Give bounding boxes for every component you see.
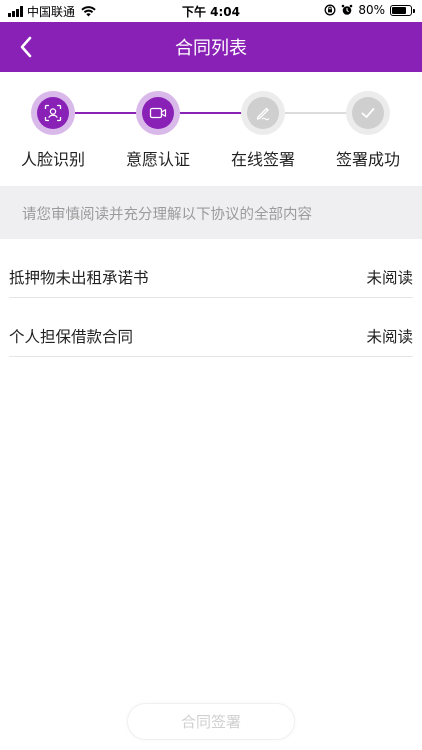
progress-stepper: 人脸识别 意愿认证 在线签署 签署成功 bbox=[0, 72, 422, 186]
step-online-signing bbox=[241, 91, 285, 135]
contract-item[interactable]: 抵押物未出租承诺书 未阅读 bbox=[9, 239, 413, 298]
battery-percent: 80% bbox=[358, 3, 385, 17]
rotation-lock-icon bbox=[324, 4, 336, 16]
step-connector-3 bbox=[285, 112, 348, 114]
pen-sign-icon bbox=[256, 107, 270, 121]
video-camera-icon bbox=[149, 107, 167, 119]
step-label-signing-success: 签署成功 bbox=[335, 150, 400, 169]
nav-bar: 合同列表 bbox=[0, 22, 422, 72]
status-bar: 中国联通 下午 4:04 80% bbox=[0, 0, 422, 22]
notice-text: 请您审慎阅读并充分理解以下协议的全部内容 bbox=[22, 207, 312, 223]
step-face-recognition bbox=[31, 91, 75, 135]
notice-banner: 请您审慎阅读并充分理解以下协议的全部内容 bbox=[0, 186, 422, 239]
step-label-face-recognition: 人脸识别 bbox=[20, 150, 85, 169]
contract-list: 抵押物未出租承诺书 未阅读 个人担保借款合同 未阅读 bbox=[0, 239, 422, 357]
step-signing-success bbox=[346, 91, 390, 135]
status-right: 80% bbox=[324, 3, 415, 17]
step-label-online-signing: 在线签署 bbox=[230, 150, 295, 169]
contract-item[interactable]: 个人担保借款合同 未阅读 bbox=[9, 298, 413, 357]
contract-read-status: 未阅读 bbox=[366, 269, 413, 287]
step-intent-verification bbox=[136, 91, 180, 135]
alarm-icon bbox=[342, 4, 353, 15]
contract-sign-button[interactable]: 合同签署 bbox=[127, 703, 295, 740]
contract-read-status: 未阅读 bbox=[366, 328, 413, 346]
face-scan-icon bbox=[44, 104, 62, 122]
contract-name: 个人担保借款合同 bbox=[9, 328, 134, 346]
step-connector-1 bbox=[75, 112, 140, 114]
step-label-intent-verification: 意愿认证 bbox=[125, 150, 190, 169]
page-title: 合同列表 bbox=[175, 38, 247, 59]
battery-icon bbox=[390, 4, 415, 16]
step-connector-2 bbox=[180, 112, 243, 114]
contract-name: 抵押物未出租承诺书 bbox=[9, 269, 149, 287]
check-icon bbox=[361, 108, 375, 118]
